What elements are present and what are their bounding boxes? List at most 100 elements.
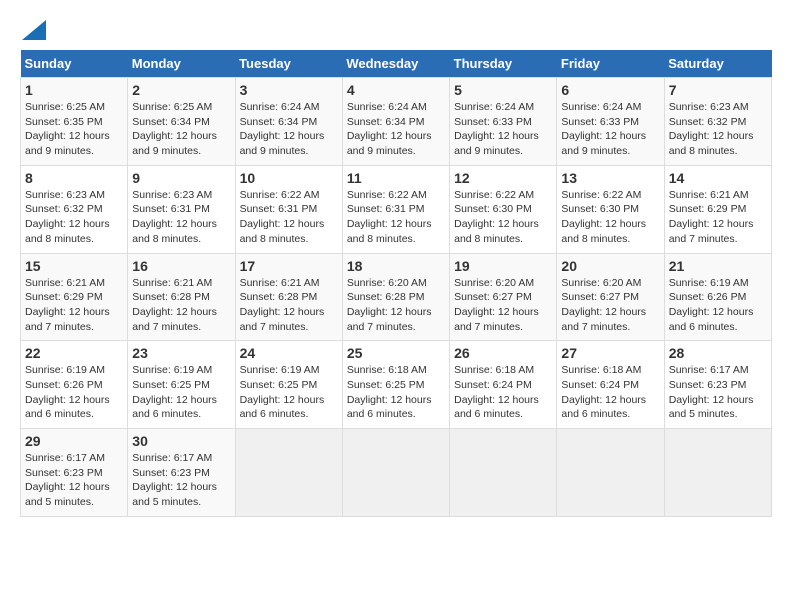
calendar-cell: 10 Sunrise: 6:22 AM Sunset: 6:31 PM Dayli… — [235, 165, 342, 253]
calendar-cell: 16 Sunrise: 6:21 AM Sunset: 6:28 PM Dayli… — [128, 253, 235, 341]
calendar-week-2: 8 Sunrise: 6:23 AM Sunset: 6:32 PM Daylig… — [21, 165, 772, 253]
calendar-cell: 26Sunrise: 6:18 AM Sunset: 6:24 PM Dayli… — [450, 341, 557, 429]
calendar-cell: 28 Sunrise: 6:17 AM Sunset: 6:23 PM Dayli… — [664, 341, 771, 429]
calendar-cell: 11 Sunrise: 6:22 AM Sunset: 6:31 PM Dayli… — [342, 165, 449, 253]
day-info: Sunrise: 6:21 AM Sunset: 6:28 PM Dayligh… — [240, 276, 338, 335]
day-info: Sunrise: 6:22 AM Sunset: 6:31 PM Dayligh… — [347, 188, 445, 247]
calendar-cell: 23Sunrise: 6:19 AM Sunset: 6:25 PM Dayli… — [128, 341, 235, 429]
day-info: Sunrise: 6:22 AM Sunset: 6:31 PM Dayligh… — [240, 188, 338, 247]
calendar-cell: 4 Sunrise: 6:24 AM Sunset: 6:34 PM Daylig… — [342, 78, 449, 166]
calendar-cell: 5Sunrise: 6:24 AM Sunset: 6:33 PM Daylig… — [450, 78, 557, 166]
day-info: Sunrise: 6:21 AM Sunset: 6:28 PM Dayligh… — [132, 276, 230, 335]
logo-arrow-icon — [22, 20, 46, 40]
day-header-sunday: Sunday — [21, 50, 128, 78]
day-info: Sunrise: 6:25 AM Sunset: 6:34 PM Dayligh… — [132, 100, 230, 159]
calendar-cell: 29 Sunrise: 6:17 AM Sunset: 6:23 PM Dayli… — [21, 429, 128, 517]
day-number: 30 — [132, 433, 230, 449]
day-number: 20 — [561, 258, 659, 274]
calendar-cell: 7 Sunrise: 6:23 AM Sunset: 6:32 PM Daylig… — [664, 78, 771, 166]
day-info: Sunrise: 6:17 AM Sunset: 6:23 PM Dayligh… — [25, 451, 123, 510]
day-number: 18 — [347, 258, 445, 274]
day-number: 28 — [669, 345, 767, 361]
calendar-cell: 18 Sunrise: 6:20 AM Sunset: 6:28 PM Dayli… — [342, 253, 449, 341]
day-number: 13 — [561, 170, 659, 186]
calendar-cell: 13 Sunrise: 6:22 AM Sunset: 6:30 PM Dayli… — [557, 165, 664, 253]
day-number: 27 — [561, 345, 659, 361]
day-number: 1 — [25, 82, 123, 98]
day-info: Sunrise: 6:20 AM Sunset: 6:27 PM Dayligh… — [561, 276, 659, 335]
day-number: 10 — [240, 170, 338, 186]
day-number: 14 — [669, 170, 767, 186]
day-number: 22 — [25, 345, 123, 361]
calendar-week-3: 15 Sunrise: 6:21 AM Sunset: 6:29 PM Dayli… — [21, 253, 772, 341]
day-number: 2 — [132, 82, 230, 98]
day-number: 9 — [132, 170, 230, 186]
day-number: 8 — [25, 170, 123, 186]
calendar-cell: 27 Sunrise: 6:18 AM Sunset: 6:24 PM Dayli… — [557, 341, 664, 429]
day-info: Sunrise: 6:21 AM Sunset: 6:29 PM Dayligh… — [669, 188, 767, 247]
day-info: Sunrise: 6:24 AM Sunset: 6:34 PM Dayligh… — [347, 100, 445, 159]
calendar-cell: 21 Sunrise: 6:19 AM Sunset: 6:26 PM Dayli… — [664, 253, 771, 341]
day-info: Sunrise: 6:23 AM Sunset: 6:31 PM Dayligh… — [132, 188, 230, 247]
day-number: 7 — [669, 82, 767, 98]
day-info: Sunrise: 6:17 AM Sunset: 6:23 PM Dayligh… — [669, 363, 767, 422]
calendar-week-5: 29 Sunrise: 6:17 AM Sunset: 6:23 PM Dayli… — [21, 429, 772, 517]
day-number: 4 — [347, 82, 445, 98]
day-info: Sunrise: 6:25 AM Sunset: 6:35 PM Dayligh… — [25, 100, 123, 159]
calendar-cell: 14 Sunrise: 6:21 AM Sunset: 6:29 PM Dayli… — [664, 165, 771, 253]
day-number: 25 — [347, 345, 445, 361]
calendar-cell: 24 Sunrise: 6:19 AM Sunset: 6:25 PM Dayli… — [235, 341, 342, 429]
day-header-saturday: Saturday — [664, 50, 771, 78]
day-info: Sunrise: 6:23 AM Sunset: 6:32 PM Dayligh… — [25, 188, 123, 247]
day-number: 21 — [669, 258, 767, 274]
calendar-cell: 2 Sunrise: 6:25 AM Sunset: 6:34 PM Daylig… — [128, 78, 235, 166]
calendar-cell: 30 Sunrise: 6:17 AM Sunset: 6:23 PM Dayli… — [128, 429, 235, 517]
calendar-cell — [557, 429, 664, 517]
calendar-cell: 1 Sunrise: 6:25 AM Sunset: 6:35 PM Daylig… — [21, 78, 128, 166]
day-info: Sunrise: 6:21 AM Sunset: 6:29 PM Dayligh… — [25, 276, 123, 335]
day-info: Sunrise: 6:22 AM Sunset: 6:30 PM Dayligh… — [454, 188, 552, 247]
day-info: Sunrise: 6:19 AM Sunset: 6:25 PM Dayligh… — [240, 363, 338, 422]
day-number: 12 — [454, 170, 552, 186]
calendar-cell: 15 Sunrise: 6:21 AM Sunset: 6:29 PM Dayli… — [21, 253, 128, 341]
day-info: Sunrise: 6:24 AM Sunset: 6:34 PM Dayligh… — [240, 100, 338, 159]
day-number: 15 — [25, 258, 123, 274]
calendar-cell: 17 Sunrise: 6:21 AM Sunset: 6:28 PM Dayli… — [235, 253, 342, 341]
page-header — [20, 20, 772, 40]
day-number: 5 — [454, 82, 552, 98]
calendar-cell: 22 Sunrise: 6:19 AM Sunset: 6:26 PM Dayli… — [21, 341, 128, 429]
day-number: 29 — [25, 433, 123, 449]
day-info: Sunrise: 6:19 AM Sunset: 6:26 PM Dayligh… — [669, 276, 767, 335]
calendar-cell: 6Sunrise: 6:24 AM Sunset: 6:33 PM Daylig… — [557, 78, 664, 166]
day-info: Sunrise: 6:17 AM Sunset: 6:23 PM Dayligh… — [132, 451, 230, 510]
day-number: 16 — [132, 258, 230, 274]
day-number: 3 — [240, 82, 338, 98]
day-header-thursday: Thursday — [450, 50, 557, 78]
day-number: 11 — [347, 170, 445, 186]
day-header-tuesday: Tuesday — [235, 50, 342, 78]
calendar-cell — [235, 429, 342, 517]
day-number: 24 — [240, 345, 338, 361]
day-info: Sunrise: 6:22 AM Sunset: 6:30 PM Dayligh… — [561, 188, 659, 247]
day-info: Sunrise: 6:19 AM Sunset: 6:25 PM Dayligh… — [132, 363, 230, 422]
calendar-cell: 3 Sunrise: 6:24 AM Sunset: 6:34 PM Daylig… — [235, 78, 342, 166]
day-info: Sunrise: 6:19 AM Sunset: 6:26 PM Dayligh… — [25, 363, 123, 422]
calendar-week-1: 1 Sunrise: 6:25 AM Sunset: 6:35 PM Daylig… — [21, 78, 772, 166]
day-info: Sunrise: 6:18 AM Sunset: 6:24 PM Dayligh… — [561, 363, 659, 422]
day-info: Sunrise: 6:23 AM Sunset: 6:32 PM Dayligh… — [669, 100, 767, 159]
day-number: 17 — [240, 258, 338, 274]
calendar-header: SundayMondayTuesdayWednesdayThursdayFrid… — [21, 50, 772, 78]
calendar-cell — [450, 429, 557, 517]
day-header-friday: Friday — [557, 50, 664, 78]
calendar-cell: 8 Sunrise: 6:23 AM Sunset: 6:32 PM Daylig… — [21, 165, 128, 253]
calendar-cell: 25Sunrise: 6:18 AM Sunset: 6:25 PM Dayli… — [342, 341, 449, 429]
calendar-cell: 20 Sunrise: 6:20 AM Sunset: 6:27 PM Dayli… — [557, 253, 664, 341]
calendar-table: SundayMondayTuesdayWednesdayThursdayFrid… — [20, 50, 772, 517]
day-number: 26 — [454, 345, 552, 361]
day-header-monday: Monday — [128, 50, 235, 78]
calendar-cell: 9 Sunrise: 6:23 AM Sunset: 6:31 PM Daylig… — [128, 165, 235, 253]
logo — [20, 20, 46, 40]
day-info: Sunrise: 6:20 AM Sunset: 6:27 PM Dayligh… — [454, 276, 552, 335]
day-info: Sunrise: 6:20 AM Sunset: 6:28 PM Dayligh… — [347, 276, 445, 335]
calendar-cell — [664, 429, 771, 517]
